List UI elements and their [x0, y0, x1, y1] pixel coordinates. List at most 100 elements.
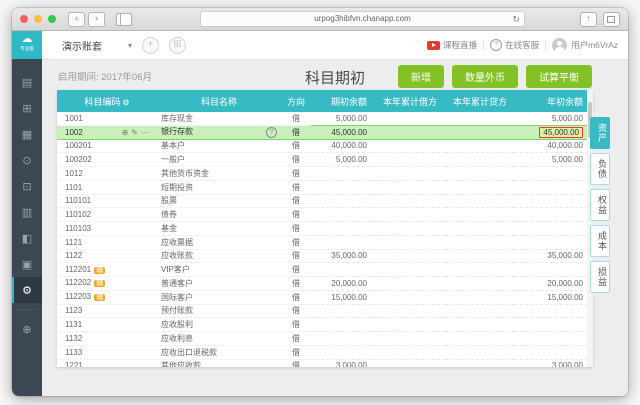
sidebar-item-fixed-assets[interactable]: ◧ — [12, 225, 42, 251]
table-row[interactable]: 1221 其他应收款 借 3,000.00 3,000.00 — [57, 359, 593, 367]
more-icon[interactable]: ⋯ — [141, 128, 152, 137]
initial-balance-cell[interactable]: 20,000.00 — [515, 276, 593, 291]
opening-balance-cell[interactable] — [311, 262, 375, 277]
category-tab-profit-loss[interactable]: 损益 — [590, 261, 610, 293]
opening-balance-cell[interactable]: 5,000.00 — [311, 112, 375, 126]
table-row[interactable]: 1001 库存现金 借 5,000.00 5,000.00 — [57, 112, 593, 126]
chevron-down-icon[interactable]: ▾ — [128, 41, 132, 50]
add-account-set-button[interactable]: + — [142, 36, 160, 54]
back-button[interactable]: ‹ — [68, 11, 85, 27]
opening-balance-cell[interactable] — [311, 207, 375, 222]
opening-balance-cell[interactable] — [311, 235, 375, 250]
initial-balance-cell[interactable] — [515, 317, 593, 332]
table-row[interactable]: 100201 基本户 借 40,000.00 40,000.00 — [57, 139, 593, 154]
edit-icon[interactable]: ✎ — [131, 128, 141, 137]
initial-balance-cell[interactable]: 3,000.00 — [515, 359, 593, 367]
table-row[interactable]: 1133 应收出口退税款 借 — [57, 345, 593, 360]
category-tab-cost[interactable]: 成本 — [590, 225, 610, 257]
opening-balance-cell[interactable] — [311, 304, 375, 319]
add-button[interactable]: 新增 — [398, 65, 444, 88]
opening-balance-cell[interactable]: 20,000.00 — [311, 276, 375, 291]
url-bar[interactable]: urpog3hibfvn.chanapp.com ↻ — [200, 11, 525, 27]
column-settings-gear-icon[interactable]: ⚙ — [122, 98, 129, 107]
table-row[interactable]: 1012 其他货币资金 借 — [57, 166, 593, 181]
initial-balance-cell[interactable] — [515, 221, 593, 236]
opening-balance-cell[interactable]: 15,000.00 — [311, 290, 375, 305]
opening-balance-cell[interactable]: 40,000.00 — [311, 139, 375, 154]
table-row[interactable]: 1132 应收利息 借 — [57, 331, 593, 346]
category-tab-liabilities[interactable]: 负债 — [590, 153, 610, 185]
initial-balance-cell[interactable] — [515, 262, 593, 277]
initial-balance-cell[interactable] — [515, 180, 593, 195]
category-tab-equity[interactable]: 权益 — [590, 189, 610, 221]
opening-balance-cell[interactable] — [311, 317, 375, 332]
share-icon[interactable]: ↑ — [580, 11, 597, 27]
table-row[interactable]: 112202 辅 普通客户 借 20,000.00 20,000.00 — [57, 276, 593, 291]
apps-grid-button[interactable]: ⊞ — [169, 36, 187, 54]
live-course-link[interactable]: 课程直播 — [427, 39, 477, 51]
account-set-selector[interactable]: 演示账套 — [62, 38, 102, 53]
table-row[interactable]: 100202 一般户 借 5,000.00 5,000.00 — [57, 152, 593, 167]
online-service-link[interactable]: ? 在线客服 — [490, 39, 539, 51]
initial-balance-cell[interactable] — [515, 331, 593, 346]
table-row[interactable]: 1122 应收账款 借 35,000.00 35,000.00 — [57, 249, 593, 264]
opening-balance-cell[interactable] — [311, 345, 375, 360]
account-code: 1121 — [65, 237, 83, 247]
opening-balance-cell[interactable]: 35,000.00 — [311, 249, 375, 264]
refresh-icon[interactable]: ↻ — [512, 12, 520, 26]
app-logo[interactable]: ☁ 专业版 — [12, 31, 42, 59]
sidebar-item-report-chart[interactable]: ▦ — [12, 121, 42, 147]
opening-balance-cell[interactable] — [311, 331, 375, 346]
sidebar-item-invoice[interactable]: ▤ — [12, 69, 42, 95]
opening-balance-cell[interactable] — [311, 221, 375, 236]
initial-balance-cell[interactable]: 5,000.00 — [515, 152, 593, 167]
initial-balance-cell[interactable] — [515, 207, 593, 222]
initial-balance-cell[interactable] — [515, 345, 593, 360]
zoom-window-button[interactable] — [48, 15, 56, 23]
initial-balance-cell[interactable] — [515, 166, 593, 181]
table-row[interactable]: 1131 应收股利 借 — [57, 317, 593, 332]
initial-balance-cell[interactable]: 40,000.00 — [515, 139, 593, 154]
table-row[interactable]: 1101 短期投资 借 — [57, 180, 593, 195]
table-row[interactable]: 1002 ⊕✎⋯ 银行存款 ? 借 45,000.00 45,000.00 — [57, 124, 593, 140]
initial-balance-cell[interactable]: 15,000.00 — [515, 290, 593, 305]
user-menu[interactable]: 用户m6VrAz — [552, 37, 618, 53]
initial-balance-cell[interactable]: 35,000.00 — [515, 249, 593, 264]
initial-balance-cell[interactable] — [515, 235, 593, 250]
sidebar-item-settings[interactable]: ⚙ — [12, 277, 42, 303]
forward-button[interactable]: › — [88, 11, 105, 27]
table-row[interactable]: 110103 基金 借 — [57, 221, 593, 236]
tabs-overview-icon[interactable] — [603, 11, 620, 27]
column-header-label: 本年累计贷方 — [452, 96, 507, 107]
sidebar-toggle-icon[interactable] — [116, 12, 132, 26]
opening-balance-cell[interactable] — [311, 166, 375, 181]
quantity-currency-button[interactable]: 数量外币 — [452, 65, 518, 88]
sidebar-item-checkout[interactable]: ⊡ — [12, 173, 42, 199]
sidebar-item-salary[interactable]: ▥ — [12, 199, 42, 225]
table-row[interactable]: 112201 辅 VIP客户 借 — [57, 262, 593, 277]
help-circle-icon[interactable]: ? — [266, 127, 277, 139]
table-row[interactable]: 1123 预付账款 借 — [57, 304, 593, 319]
opening-balance-cell[interactable]: 5,000.00 — [311, 152, 375, 167]
category-tab-assets[interactable]: 资产 — [590, 117, 610, 149]
initial-balance-cell[interactable] — [515, 194, 593, 209]
sidebar-item-more-apps[interactable]: ⊕ — [12, 316, 42, 342]
close-window-button[interactable] — [20, 15, 28, 23]
opening-balance-cell[interactable]: 3,000.00 — [311, 359, 375, 367]
sidebar-item-inventory[interactable]: ▣ — [12, 251, 42, 277]
table-row[interactable]: 112203 辅 国际客户 借 15,000.00 15,000.00 — [57, 290, 593, 305]
add-subaccount-icon[interactable]: ⊕ — [122, 128, 132, 137]
opening-balance-cell[interactable] — [311, 194, 375, 209]
initial-balance-cell[interactable] — [515, 304, 593, 319]
table-row[interactable]: 110102 债券 借 — [57, 207, 593, 222]
sidebar-item-funds[interactable]: ⊙ — [12, 147, 42, 173]
initial-balance-cell[interactable]: 5,000.00 — [515, 112, 593, 126]
table-row[interactable]: 1121 应收票据 借 — [57, 235, 593, 250]
initial-balance-cell[interactable]: 45,000.00 — [515, 124, 593, 140]
trial-balance-button[interactable]: 试算平衡 — [526, 65, 592, 88]
opening-balance-cell[interactable]: 45,000.00 — [311, 124, 375, 140]
sidebar-item-voucher[interactable]: ⊞ — [12, 95, 42, 121]
minimize-window-button[interactable] — [34, 15, 42, 23]
opening-balance-cell[interactable] — [311, 180, 375, 195]
table-row[interactable]: 110101 股票 借 — [57, 194, 593, 209]
